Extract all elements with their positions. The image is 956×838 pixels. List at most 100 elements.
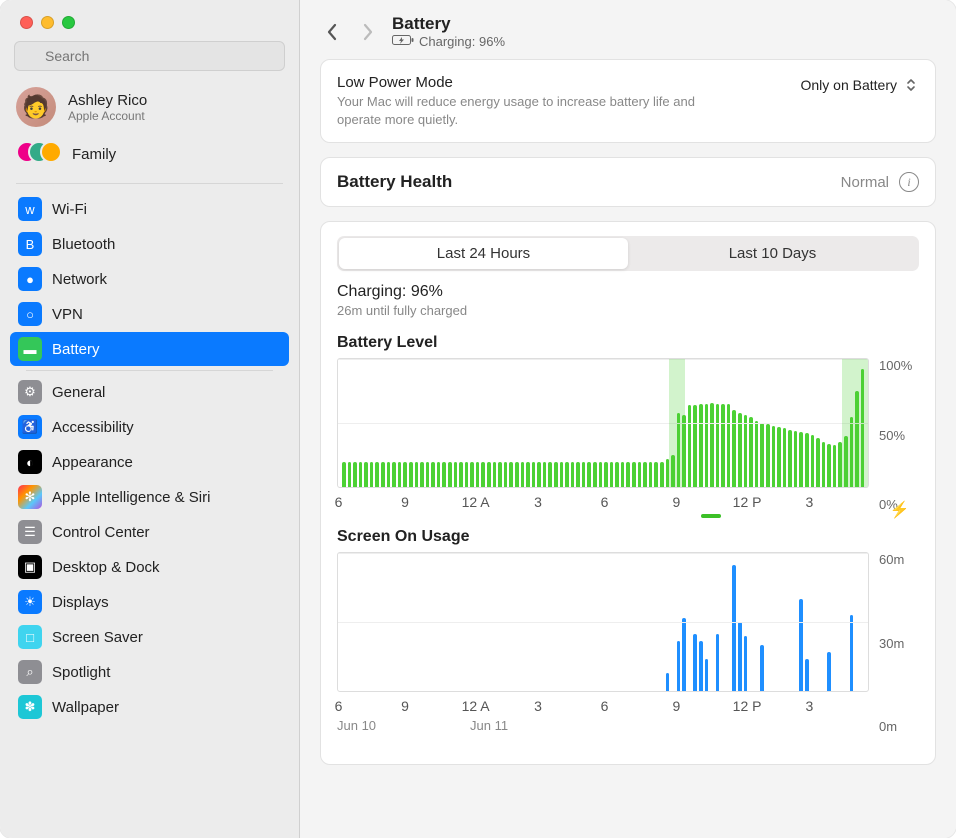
low-power-mode-card: Low Power Mode Your Mac will reduce ener… [320,59,936,143]
chart-bar [454,462,458,488]
sidebar-item-label: Screen Saver [52,629,143,646]
date-label: Jun 11 [470,718,508,733]
chart-bar [437,462,441,488]
chart-bar [827,652,831,691]
chart-bar [521,462,525,488]
chart-bar [587,462,591,488]
battery-health-status: Normal [841,174,889,191]
chart-bar [811,435,815,487]
chart-bar [788,430,792,488]
x-tick-label: 12 P [733,494,762,510]
charge-band [669,359,685,487]
chart-bar [755,421,759,488]
chart-bar [827,444,831,488]
spotlight-icon: ⌕ [18,660,42,684]
chart-bar [459,462,463,488]
sidebar-item-general[interactable]: ⚙General [10,375,289,409]
chevron-updown-icon [903,76,919,94]
chart-bar [448,462,452,488]
sidebar-item-screen-saver[interactable]: □Screen Saver [10,620,289,654]
sidebar-item-bluetooth[interactable]: BBluetooth [10,227,289,261]
sidebar-item-appearance[interactable]: ◐Appearance [10,445,289,479]
chart-bar [766,424,770,487]
x-tick-label: 3 [534,494,542,510]
sidebar-item-desktop-dock[interactable]: ▣Desktop & Dock [10,550,289,584]
chart-bar [565,462,569,488]
x-tick-label: 6 [335,494,343,510]
control-center-icon: ☰ [18,520,42,544]
chart-bar [498,462,502,488]
chart-bar [426,462,430,488]
seg-last-10-days[interactable]: Last 10 Days [628,238,917,269]
sidebar-list: ᴡWi-FiBBluetooth ● Network ○VPN▬Battery ⚙Gen… [0,188,299,828]
sidebar-item-label: Wallpaper [52,699,119,716]
chart-bar [699,641,703,692]
chart-bar [554,462,558,488]
sidebar-item-battery[interactable]: ▬Battery [10,332,289,366]
chart-bar [744,636,748,691]
sidebar-item-label: Appearance [52,454,133,471]
x-tick-label: 9 [401,698,409,714]
chart-bar [638,462,642,488]
lpm-value: Only on Battery [801,77,898,93]
family-row[interactable]: Family [0,133,299,179]
sidebar-item-label: Bluetooth [52,236,115,253]
minimize-button[interactable] [41,16,54,29]
nav-forward[interactable] [356,20,380,44]
battery-level-title: Battery Level [337,334,919,352]
sidebar-item-label: Accessibility [52,419,134,436]
x-tick-label: 9 [672,698,680,714]
lpm-title: Low Power Mode [337,74,717,91]
chart-bar [364,462,368,488]
x-tick-label: 9 [401,494,409,510]
chart-bar [621,462,625,488]
x-tick-label: 12 A [462,494,490,510]
sidebar-item-control-center[interactable]: ☰Control Center [10,515,289,549]
chart-bar [822,442,826,487]
sidebar-item-label: Spotlight [52,664,110,681]
sidebar-item-spotlight[interactable]: ⌕ Spotlight [10,655,289,689]
chart-bar [342,462,346,488]
lpm-description: Your Mac will reduce energy usage to inc… [337,93,717,128]
chart-bar [649,462,653,488]
chart-bar [783,428,787,487]
charge-underline [701,514,721,518]
battery-health-title: Battery Health [337,172,452,192]
maximize-button[interactable] [62,16,75,29]
info-icon[interactable]: i [899,172,919,192]
search-input[interactable] [14,41,285,71]
family-label: Family [72,146,116,163]
nav-back[interactable] [320,20,344,44]
close-button[interactable] [20,16,33,29]
sidebar-item-label: Network [52,271,107,288]
lpm-dropdown[interactable]: Only on Battery [801,74,920,94]
x-tick-label: 12 A [462,698,490,714]
sidebar-item-vpn[interactable]: ○VPN [10,297,289,331]
chart-bar [654,462,658,488]
seg-last-24-hours[interactable]: Last 24 Hours [339,238,628,269]
page-subtitle-text: Charging: 96% [419,34,505,49]
chart-bar [749,417,753,487]
chart-bar [615,462,619,488]
x-tick-label: 3 [805,494,813,510]
chart-bar [805,433,809,487]
sidebar-item-wallpaper[interactable]: ✽Wallpaper [10,690,289,724]
chart-bar [476,462,480,488]
chart-bar [442,462,446,488]
chart-bar [599,462,603,488]
settings-window: 🧑 Ashley Rico Apple Account Family ᴡWi-F… [0,0,956,838]
sidebar-item-accessibility[interactable]: ♿Accessibility [10,410,289,444]
chart-bar [481,462,485,488]
sidebar-item-displays[interactable]: ☀Displays [10,585,289,619]
sidebar-item-apple-intelligence-siri[interactable]: ✻Apple Intelligence & Siri [10,480,289,514]
chart-bar [392,462,396,488]
chart-bar [403,462,407,488]
y-tick-label: 60m [879,552,919,567]
sidebar-item-wi-fi[interactable]: ᴡWi-Fi [10,192,289,226]
sidebar-item-network[interactable]: ● Network [10,262,289,296]
account-subtitle: Apple Account [68,109,147,123]
network-icon: ● [18,267,42,291]
chart-bar [699,404,703,487]
chart-bar [705,404,709,487]
apple-account-row[interactable]: 🧑 Ashley Rico Apple Account [0,81,299,133]
